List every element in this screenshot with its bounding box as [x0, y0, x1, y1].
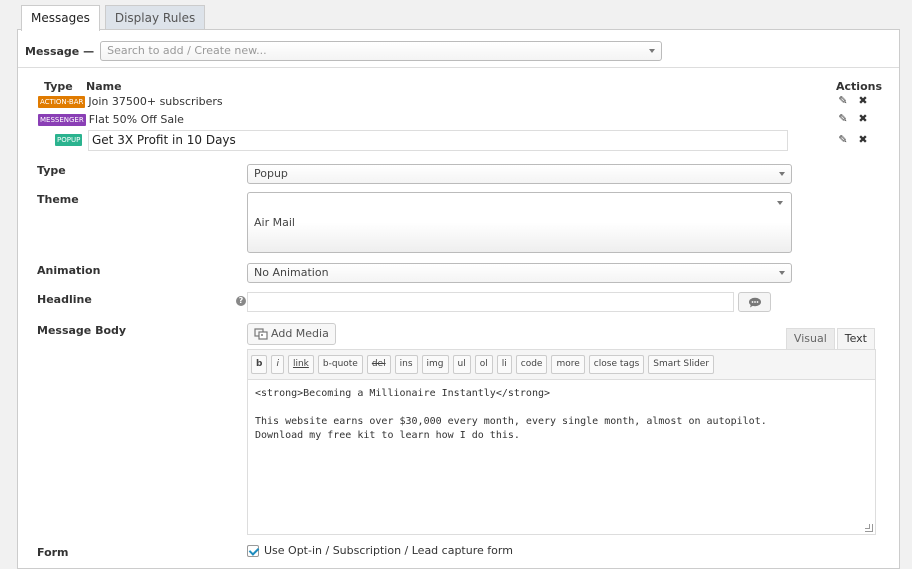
chat-bubble-icon	[748, 297, 761, 307]
body-line: Download my free kit to learn how I do t…	[255, 430, 520, 441]
help-icon[interactable]: ?	[236, 296, 246, 306]
qt-blockquote-button[interactable]: b-quote	[317, 355, 363, 374]
message-body-label: Message Body	[37, 324, 127, 337]
quicktags-toolbar: b i link b-quote del ins img ul ol li co…	[248, 350, 875, 380]
tab-messages[interactable]: Messages	[21, 5, 100, 31]
col-type-header: Type	[44, 80, 73, 93]
col-actions-header: Actions	[836, 80, 882, 93]
qt-more-button[interactable]: more	[551, 355, 585, 374]
row-actions: ✎ ✖	[838, 94, 868, 107]
qt-li-button[interactable]: li	[496, 355, 512, 374]
qt-close-tags-button[interactable]: close tags	[588, 355, 645, 374]
qt-smart-slider-button[interactable]: Smart Slider	[648, 355, 715, 374]
media-icon	[254, 328, 268, 340]
chat-bubble-button[interactable]	[738, 292, 771, 312]
headline-input[interactable]	[247, 292, 734, 312]
qt-img-button[interactable]: img	[421, 355, 449, 374]
message-search-select[interactable]: Search to add / Create new...	[100, 41, 663, 61]
qt-bold-button[interactable]: b	[251, 355, 268, 374]
message-body-textarea[interactable]: <strong>Becoming a Millionaire Instantly…	[248, 380, 875, 450]
message-search-placeholder: Search to add / Create new...	[107, 44, 267, 57]
close-icon[interactable]: ✖	[858, 112, 868, 125]
qt-del-button[interactable]: del	[366, 355, 391, 374]
tab-text[interactable]: Text	[836, 328, 875, 349]
pencil-icon[interactable]: ✎	[838, 133, 848, 146]
type-select[interactable]: Popup	[247, 164, 792, 184]
message-name: Flat 50% Off Sale	[88, 113, 184, 126]
theme-label: Theme	[37, 193, 79, 206]
qt-ins-button[interactable]: ins	[394, 355, 418, 374]
body-line: <strong>Becoming a Millionaire Instantly…	[255, 388, 551, 399]
row-actions: ✎ ✖	[838, 133, 868, 146]
col-name-header: Name	[86, 80, 122, 93]
list-item[interactable]: MESSENGER Flat 50% Off Sale	[38, 113, 184, 126]
qt-code-button[interactable]: code	[515, 355, 548, 374]
close-icon[interactable]: ✖	[858, 133, 868, 146]
qt-ol-button[interactable]: ol	[474, 355, 493, 374]
form-label: Form	[37, 546, 69, 559]
chevron-down-icon	[649, 49, 656, 53]
row-actions: ✎ ✖	[838, 112, 868, 125]
animation-select[interactable]: No Animation	[247, 263, 792, 283]
editor-mode-tabs: Visual Text	[785, 328, 875, 349]
pencil-icon[interactable]: ✎	[838, 112, 848, 125]
optin-checkbox-label: Use Opt-in / Subscription / Lead capture…	[264, 544, 513, 557]
type-value: Popup	[254, 167, 288, 180]
qt-italic-button[interactable]: i	[271, 355, 284, 374]
tab-display-rules[interactable]: Display Rules	[104, 5, 206, 30]
headline-label: Headline	[37, 293, 92, 306]
divider	[18, 67, 899, 68]
animation-label: Animation	[37, 264, 101, 277]
animation-value: No Animation	[254, 266, 329, 279]
close-icon[interactable]: ✖	[858, 94, 868, 107]
body-line	[255, 401, 868, 415]
message-name: Join 37500+ subscribers	[88, 95, 223, 108]
theme-value: Air Mail	[254, 216, 295, 229]
message-select-row: Message — Search to add / Create new...	[25, 41, 663, 61]
type-label: Type	[37, 164, 66, 177]
chevron-down-icon	[777, 201, 783, 205]
theme-select[interactable]: Air Mail	[247, 192, 792, 253]
message-name-input[interactable]: Get 3X Profit in 10 Days	[88, 130, 788, 151]
list-item-selected[interactable]: POPUP	[55, 134, 83, 146]
body-line: This website earns over $30,000 every mo…	[255, 416, 767, 427]
form-checkbox-row[interactable]: Use Opt-in / Subscription / Lead capture…	[247, 544, 513, 557]
chevron-down-icon	[779, 172, 785, 176]
tab-bar: Messages Display Rules	[21, 5, 206, 31]
messages-panel: Message — Search to add / Create new... …	[17, 29, 900, 569]
list-item[interactable]: ACTION-BAR Join 37500+ subscribers	[38, 95, 223, 108]
type-badge: POPUP	[55, 134, 83, 146]
add-media-label: Add Media	[271, 327, 329, 340]
chevron-down-icon	[779, 271, 785, 275]
pencil-icon[interactable]: ✎	[838, 94, 848, 107]
type-badge: MESSENGER	[38, 113, 86, 126]
tab-visual[interactable]: Visual	[785, 328, 835, 349]
message-body-editor: b i link b-quote del ins img ul ol li co…	[247, 349, 876, 535]
optin-checkbox[interactable]	[247, 544, 259, 557]
message-label: Message —	[25, 44, 95, 58]
type-badge: ACTION-BAR	[38, 95, 86, 108]
resize-handle[interactable]	[865, 524, 873, 532]
qt-link-button[interactable]: link	[287, 355, 314, 374]
qt-ul-button[interactable]: ul	[452, 355, 471, 374]
add-media-button[interactable]: Add Media	[247, 323, 336, 345]
